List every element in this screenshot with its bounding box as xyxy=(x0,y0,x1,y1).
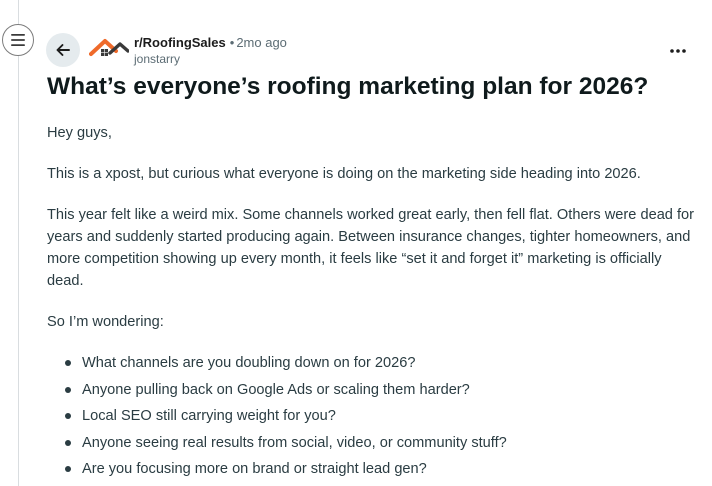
subreddit-avatar[interactable] xyxy=(89,33,130,63)
post-meta: r/RoofingSales • 2mo ago jonstarry xyxy=(134,35,287,67)
roofing-house-logo-icon xyxy=(89,39,130,56)
bullet-dot xyxy=(65,466,71,472)
list-item: Anyone seeing real results from social, … xyxy=(65,432,697,459)
list-item-text: Anyone pulling back on Google Ads or sca… xyxy=(82,381,470,398)
bullet-dot xyxy=(65,439,71,446)
back-button[interactable] xyxy=(46,33,80,67)
hamburger-menu-icon xyxy=(11,34,25,46)
meta-separator: • xyxy=(229,35,235,50)
post-paragraph: So I’m wondering: xyxy=(47,314,164,330)
bullet-dot xyxy=(65,413,71,419)
more-horizontal-icon xyxy=(670,49,686,53)
arrow-left-icon xyxy=(56,44,70,56)
post-meta-line: r/RoofingSales • 2mo ago xyxy=(134,35,287,51)
post-paragraph: This year felt like a weird mix. Some ch… xyxy=(47,207,695,289)
bullet-dot xyxy=(65,360,71,366)
list-item-text: What channels are you doubling down on f… xyxy=(82,355,416,371)
list-item: What channels are you doubling down on f… xyxy=(65,352,697,379)
post-paragraph: Hey guys, xyxy=(47,125,112,141)
menu-button[interactable] xyxy=(2,24,34,56)
list-item-text: Local SEO still carrying weight for you? xyxy=(82,408,336,424)
list-item-text: Are you focusing more on brand or straig… xyxy=(82,461,427,477)
question-list: What channels are you doubling down on f… xyxy=(47,352,697,485)
list-item-text: Anyone seeing real results from social, … xyxy=(82,434,507,451)
list-item: Local SEO still carrying weight for you? xyxy=(65,405,697,432)
post-time: 2mo ago xyxy=(236,35,287,50)
more-options-button[interactable] xyxy=(664,40,692,62)
author-link[interactable]: jonstarry xyxy=(134,51,287,67)
subreddit-link[interactable]: r/RoofingSales xyxy=(134,35,226,50)
bullet-dot xyxy=(65,386,71,393)
post-paragraph: This is a xpost, but curious what everyo… xyxy=(47,166,641,182)
list-item: Anyone pulling back on Google Ads or sca… xyxy=(65,379,697,406)
post-body: Hey guys, This is a xpost, but curious w… xyxy=(47,122,697,485)
list-item: Are you focusing more on brand or straig… xyxy=(65,458,697,485)
post-title: What’s everyone’s roofing marketing plan… xyxy=(47,73,649,100)
left-rail-divider xyxy=(18,0,19,486)
